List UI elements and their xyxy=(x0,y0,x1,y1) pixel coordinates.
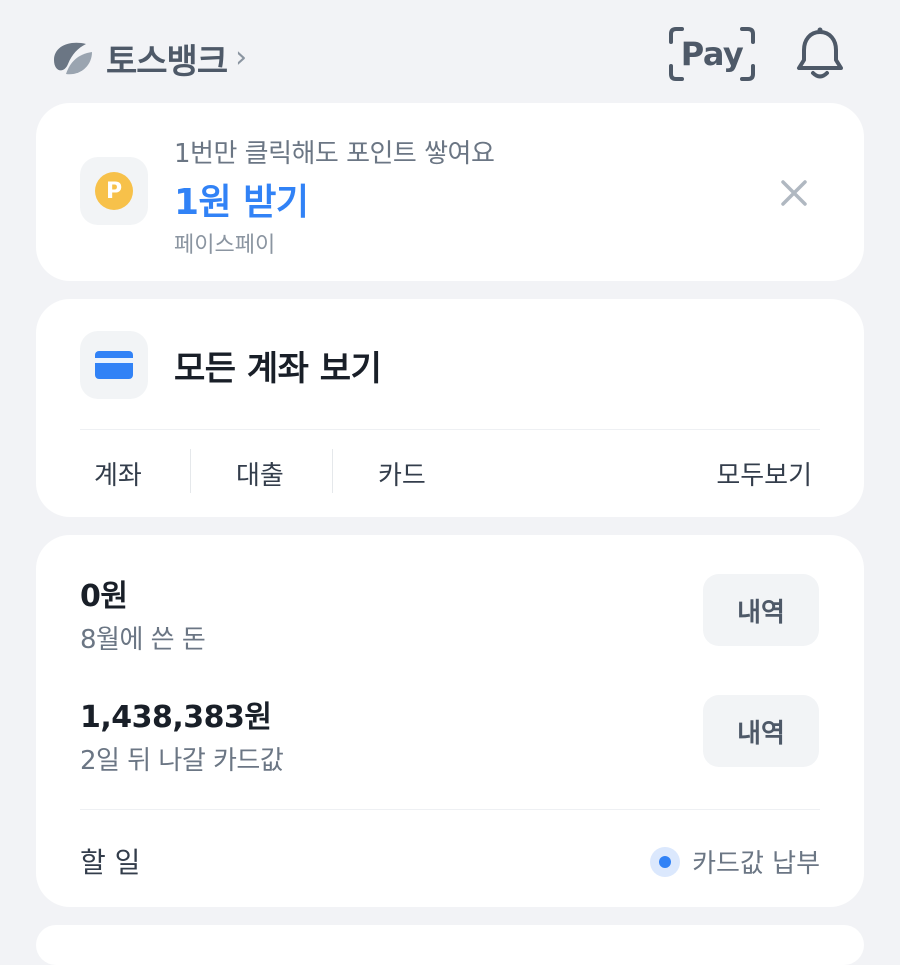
promo-icon-tile: P xyxy=(80,157,148,225)
bell-icon xyxy=(797,27,843,79)
close-button[interactable] xyxy=(772,171,816,215)
promo-cta-link[interactable]: 1원 받기 xyxy=(174,173,309,225)
todo-label: 할 일 xyxy=(80,846,141,879)
spending-card: 0원 8월에 쓴 돈 내역 1,438,383원 2일 뒤 나갈 카드값 내역 … xyxy=(36,535,864,907)
accounts-card: 모든 계좌 보기 계좌 대출 카드 모두보기 xyxy=(36,299,864,517)
card-bill-amount: 1,438,383원 xyxy=(80,700,272,735)
close-icon xyxy=(781,180,807,206)
card-bill-label: 2일 뒤 나갈 카드값 xyxy=(80,746,284,776)
tab-cards[interactable]: 카드 xyxy=(378,455,426,492)
divider xyxy=(80,429,820,430)
tab-separator xyxy=(190,449,191,493)
pay-label: Pay xyxy=(680,35,744,73)
top-bar: 토스뱅크 › Pay xyxy=(0,0,900,110)
status-dot-icon xyxy=(650,846,681,877)
point-coin-icon: P xyxy=(95,172,133,210)
todo-item-label: 카드값 납부 xyxy=(692,849,820,879)
promo-subtitle: 1번만 클릭해도 포인트 쌓여요 xyxy=(174,139,495,169)
accounts-icon-tile xyxy=(80,331,148,399)
bank-switcher[interactable]: 토스뱅크 › xyxy=(48,30,247,86)
toss-logo-icon xyxy=(48,34,96,82)
spent-amount: 0원 xyxy=(80,579,128,614)
divider xyxy=(80,809,820,810)
card-icon xyxy=(95,351,133,379)
chevron-right-icon: › xyxy=(235,39,248,75)
tab-accounts[interactable]: 계좌 xyxy=(94,455,142,492)
todo-card-payment[interactable]: 카드값 납부 xyxy=(650,843,820,880)
tab-loans[interactable]: 대출 xyxy=(236,455,284,492)
all-accounts-link[interactable]: 모든 계좌 보기 xyxy=(174,341,382,390)
notifications-button[interactable] xyxy=(790,24,850,84)
pay-button[interactable]: Pay xyxy=(668,26,756,82)
promo-source: 페이스페이 xyxy=(174,233,276,258)
view-all-link[interactable]: 모두보기 xyxy=(716,455,812,492)
promo-card[interactable]: P 1번만 클릭해도 포인트 쌓여요 1원 받기 페이스페이 xyxy=(36,103,864,281)
spent-history-button[interactable]: 내역 xyxy=(703,574,819,646)
next-card xyxy=(36,925,864,965)
spent-label: 8월에 쓴 돈 xyxy=(80,625,206,655)
card-bill-history-button[interactable]: 내역 xyxy=(703,695,819,767)
tab-separator xyxy=(332,449,333,493)
brand-name: 토스뱅크 xyxy=(106,41,228,82)
